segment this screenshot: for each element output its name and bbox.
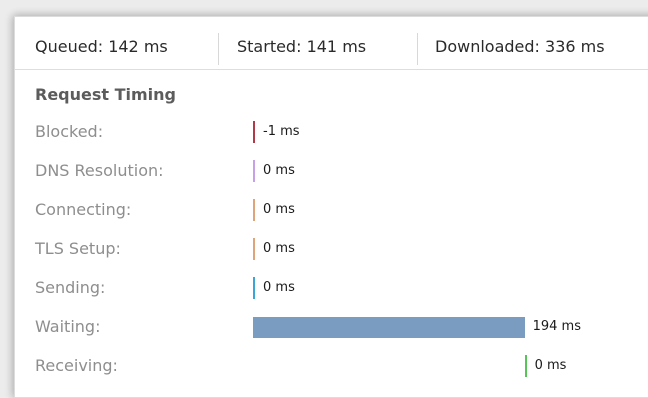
- timing-marker-tls-setup: [253, 238, 255, 260]
- queued-time: Queued: 142 ms: [35, 37, 168, 56]
- timings-panel: Queued: 142 ms Started: 141 ms Downloade…: [14, 16, 648, 398]
- timing-marker-dns-resolution: [253, 160, 255, 182]
- timing-row-waiting: Waiting: 194 ms: [15, 315, 635, 341]
- timing-summary-bar: Queued: 142 ms Started: 141 ms Downloade…: [15, 17, 648, 70]
- started-time: Started: 141 ms: [237, 37, 367, 56]
- timing-value-receiving: 0 ms: [534, 358, 567, 373]
- timing-row-tls-setup: TLS Setup: 0 ms: [15, 237, 635, 263]
- timing-label-tls-setup: TLS Setup:: [35, 239, 121, 258]
- timing-value-sending: 0 ms: [263, 280, 295, 295]
- timing-row-receiving: Receiving: 0 ms: [15, 354, 635, 380]
- downloaded-time: Downloaded: 336 ms: [435, 37, 605, 56]
- request-timing-title: Request Timing: [35, 85, 177, 104]
- timing-marker-sending: [253, 277, 255, 299]
- timing-bar-waiting: [253, 317, 525, 338]
- summary-divider: [218, 33, 219, 65]
- timing-marker-connecting: [253, 199, 255, 221]
- timing-label-connecting: Connecting:: [35, 200, 132, 219]
- timing-label-blocked: Blocked:: [35, 122, 104, 141]
- timing-value-connecting: 0 ms: [263, 202, 295, 217]
- timing-row-dns-resolution: DNS Resolution: 0 ms: [15, 159, 635, 185]
- summary-divider: [417, 33, 418, 65]
- timing-row-blocked: Blocked: -1 ms: [15, 120, 635, 146]
- timing-value-tls-setup: 0 ms: [263, 241, 295, 256]
- timing-marker-receiving: [524, 355, 527, 377]
- timing-row-connecting: Connecting: 0 ms: [15, 198, 635, 224]
- timing-marker-blocked: [253, 121, 255, 143]
- timing-label-receiving: Receiving:: [35, 356, 118, 375]
- timing-row-sending: Sending: 0 ms: [15, 276, 635, 302]
- timing-value-blocked: -1 ms: [263, 124, 300, 139]
- timing-label-waiting: Waiting:: [35, 317, 101, 336]
- timing-value-waiting: 194 ms: [532, 319, 581, 334]
- timing-label-sending: Sending:: [35, 278, 106, 297]
- timing-value-dns-resolution: 0 ms: [263, 163, 295, 178]
- timing-label-dns-resolution: DNS Resolution:: [35, 161, 164, 180]
